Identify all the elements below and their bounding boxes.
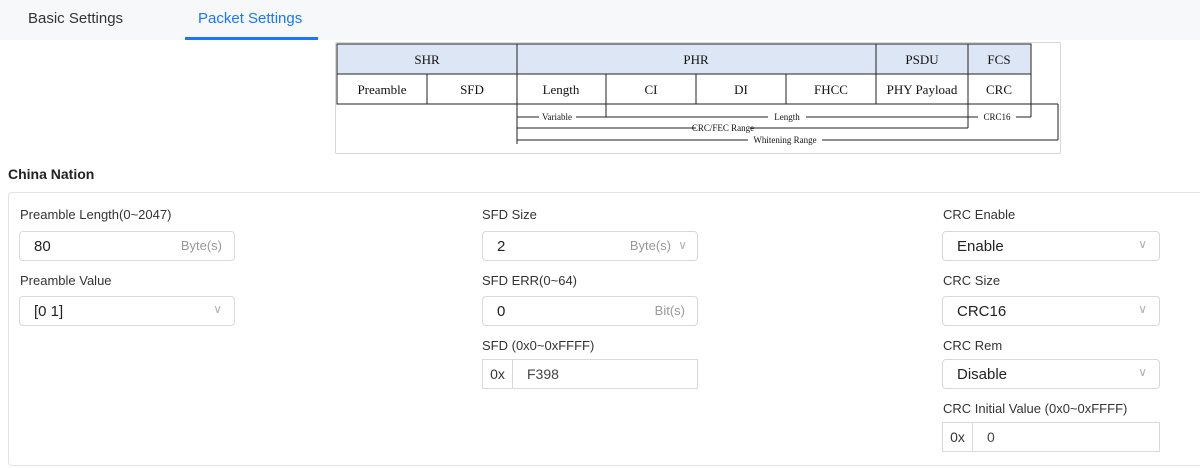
range-crc16: CRC16 [983,112,1011,122]
range-length: Length [774,112,800,122]
field-fhcc: FHCC [814,82,848,97]
crc-init-input[interactable]: 0x 0 [942,422,1160,452]
chevron-down-icon: ∨ [1138,302,1147,316]
packet-structure-diagram: SHR PHR PSDU FCS Preamble SFD Length CI … [335,42,1061,154]
chevron-down-icon: ∨ [1138,237,1147,251]
crc-init-value: 0 [987,429,995,445]
chevron-down-icon: ∨ [213,302,222,316]
sfd-value-input[interactable]: 0x F398 [482,359,698,389]
field-length: Length [543,82,580,97]
field-sfd: SFD [460,82,484,97]
crc-enable-label: CRC Enable [943,207,1016,222]
sfd-size-label: SFD Size [482,207,537,222]
crc-rem-value: Disable [957,366,1008,383]
sfd-size-select[interactable]: 2 Byte(s) ∨ [482,231,698,261]
sfd-err-label: SFD ERR(0~64) [482,273,577,288]
field-ci: CI [645,82,658,97]
tab-bar: Basic Settings Packet Settings [0,0,1200,40]
sfd-value-label: SFD (0x0~0xFFFF) [482,338,595,353]
preamble-length-input[interactable]: 80 Byte(s) [19,231,235,261]
section-title: China Nation [8,166,95,182]
range-variable: Variable [542,112,572,122]
field-crc: CRC [986,82,1012,97]
packet-diagram-svg: SHR PHR PSDU FCS Preamble SFD Length CI … [336,43,1059,145]
preamble-length-label: Preamble Length(0~2047) [20,207,172,222]
sfd-err-unit: Bit(s) [654,303,685,318]
crc-size-select[interactable]: CRC16 ∨ [942,296,1160,326]
tab-packet-settings[interactable]: Packet Settings [198,10,302,27]
crc-size-label: CRC Size [943,273,1001,288]
sfd-value: F398 [527,366,559,382]
crc-rem-label: CRC Rem [943,338,1003,353]
range-crc-fec: CRC/FEC Range [692,123,754,133]
sfd-size-unit: Byte(s) [629,238,671,253]
sfd-err-value: 0 [497,303,506,320]
header-shr: SHR [414,52,440,67]
header-phr: PHR [683,52,709,67]
active-tab-indicator [185,37,318,40]
settings-panel: Preamble Length(0~2047) 80 Byte(s) Pream… [8,192,1200,466]
chevron-down-icon: ∨ [1138,365,1147,379]
header-fcs: FCS [987,52,1010,67]
header-psdu: PSDU [905,52,939,67]
crc-size-value: CRC16 [957,303,1007,320]
range-whitening: Whitening Range [753,135,816,145]
preamble-value-select[interactable]: [0 1] ∨ [19,296,235,326]
crc-rem-select[interactable]: Disable ∨ [942,359,1160,389]
crc-enable-select[interactable]: Enable ∨ [942,231,1160,261]
field-preamble: Preamble [357,82,406,97]
preamble-length-unit: Byte(s) [180,238,222,253]
sfd-size-value: 2 [497,238,506,255]
field-phy-payload: PHY Payload [887,82,958,97]
crc-init-label: CRC Initial Value (0x0~0xFFFF) [943,401,1128,416]
chevron-down-icon: ∨ [678,238,687,252]
sfd-err-input[interactable]: 0 Bit(s) [482,296,698,326]
hex-prefix: 0x [483,360,513,388]
hex-prefix: 0x [943,423,973,451]
tab-basic-settings[interactable]: Basic Settings [28,10,123,27]
field-di: DI [734,82,748,97]
preamble-value-value: [0 1] [34,303,64,320]
preamble-value-label: Preamble Value [20,273,112,288]
crc-enable-value: Enable [957,238,1004,255]
preamble-length-value: 80 [34,238,51,255]
